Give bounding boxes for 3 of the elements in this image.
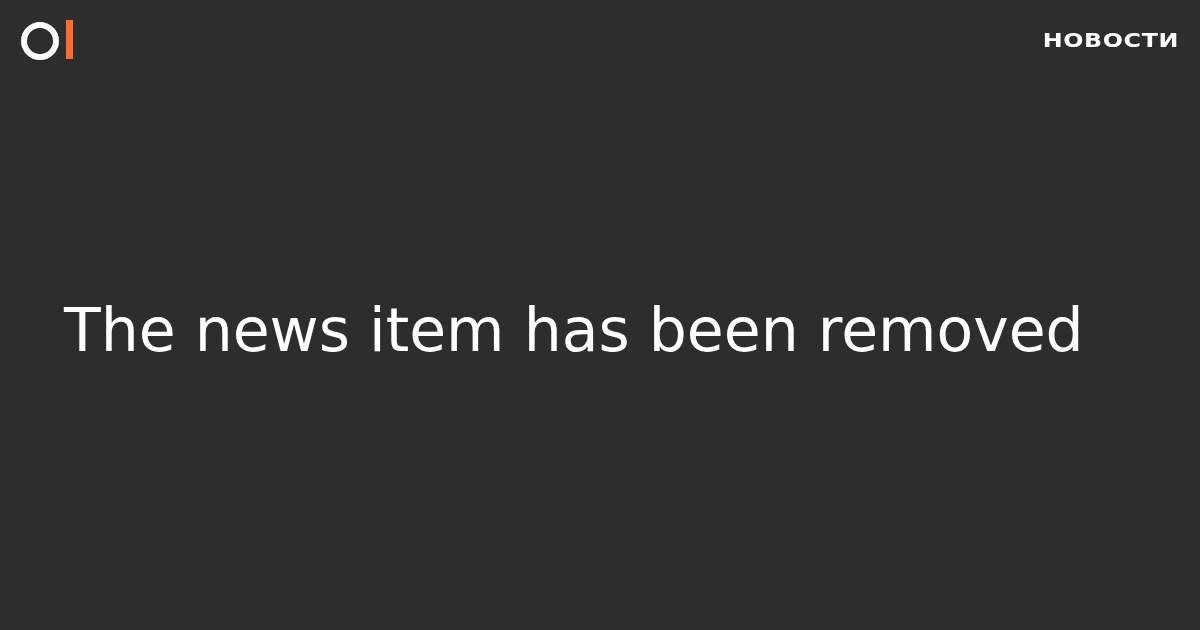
removed-message: The news item has been removed bbox=[64, 293, 1084, 367]
section-label: НОВОСТИ bbox=[1042, 27, 1179, 53]
logo-icon bbox=[20, 20, 74, 60]
